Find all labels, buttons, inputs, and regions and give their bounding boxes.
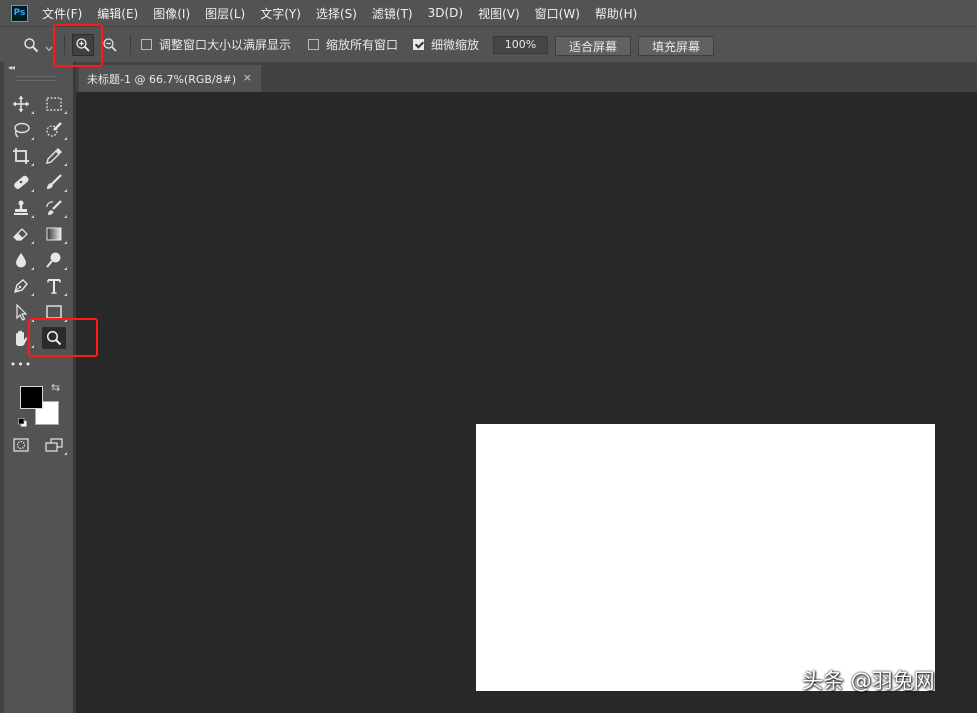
blur-tool[interactable] — [9, 249, 34, 271]
arrow-pointer-icon — [16, 303, 28, 321]
drop-icon — [16, 253, 26, 268]
close-icon[interactable]: × — [243, 71, 252, 84]
brush-tool[interactable] — [42, 171, 67, 193]
menu-3d[interactable]: 3D(D) — [428, 6, 463, 20]
move-icon — [13, 96, 29, 112]
type-tool[interactable] — [42, 275, 67, 297]
brush-icon — [47, 174, 62, 189]
quick-selection-tool[interactable] — [42, 119, 67, 141]
zoom-tool-preset-icon — [24, 38, 39, 53]
scrubby-zoom-checkbox[interactable] — [413, 39, 424, 50]
clone-stamp-tool[interactable] — [9, 197, 34, 219]
eyedropper-tool[interactable] — [42, 145, 67, 167]
photoshop-logo-icon: Ps — [11, 4, 28, 22]
history-brush-tool[interactable] — [42, 197, 67, 219]
menu-view[interactable]: 视图(V) — [478, 5, 520, 22]
crop-icon — [13, 148, 29, 164]
resize-windows-label: 调整窗口大小以满屏显示 — [159, 38, 292, 52]
menu-help[interactable]: 帮助(H) — [595, 5, 637, 22]
dodge-icon — [46, 252, 61, 268]
crop-tool[interactable] — [9, 145, 34, 167]
history-brush-icon — [46, 200, 62, 215]
eyedropper-icon — [46, 148, 62, 164]
scrubby-zoom-label: 细微缩放 — [431, 38, 480, 52]
zoom-all-windows-label: 缩放所有窗口 — [326, 38, 399, 52]
fill-screen-button[interactable]: 填充屏幕 — [638, 36, 714, 56]
zoom-tool-highlight — [28, 318, 98, 357]
zoom-percent-field[interactable]: 100% — [493, 36, 548, 54]
document-tab-title: 未标题-1 @ 66.7%(RGB/8#) — [87, 72, 237, 86]
quick-mask-icon — [13, 438, 29, 452]
separator — [130, 35, 131, 55]
foreground-color-swatch[interactable] — [20, 386, 43, 409]
options-bar: 调整窗口大小以满屏显示 缩放所有窗口 细微缩放 100% 适合屏幕 填充屏幕 — [0, 26, 977, 62]
menu-file[interactable]: 文件(F) — [42, 5, 82, 22]
menu-bar: Ps 文件(F) 编辑(E) 图像(I) 图层(L) 文字(Y) 选择(S) 滤… — [0, 0, 977, 26]
lasso-tool[interactable] — [9, 119, 34, 141]
quick-selection-icon — [46, 122, 62, 137]
marquee-icon — [46, 97, 62, 111]
more-icon: ••• — [9, 357, 33, 371]
default-colors-icon[interactable] — [18, 416, 27, 427]
bandage-icon — [14, 175, 29, 189]
watermark-text: 头条 @羽兔网 — [802, 669, 935, 693]
spot-healing-brush-tool[interactable] — [9, 171, 34, 193]
pen-tool[interactable] — [9, 275, 34, 297]
resize-windows-checkbox[interactable] — [141, 39, 152, 50]
zoom-all-windows-checkbox[interactable] — [308, 39, 319, 50]
menu-filter[interactable]: 滤镜(T) — [372, 5, 413, 22]
zoom-in-highlight — [53, 24, 103, 67]
resize-windows-option[interactable]: 调整窗口大小以满屏显示 — [141, 27, 291, 62]
menu-select[interactable]: 选择(S) — [316, 5, 357, 22]
pen-icon — [13, 279, 28, 294]
panel-grip[interactable] — [16, 76, 56, 81]
chevron-down-icon[interactable] — [45, 41, 53, 55]
zoom-out-icon — [103, 38, 117, 52]
scrubby-zoom-option[interactable]: 细微缩放 — [413, 27, 479, 62]
document-canvas[interactable] — [476, 424, 935, 691]
move-tool[interactable] — [9, 93, 34, 115]
menu-layer[interactable]: 图层(L) — [205, 5, 245, 22]
fit-screen-button[interactable]: 适合屏幕 — [555, 36, 631, 56]
document-tab[interactable]: 未标题-1 @ 66.7%(RGB/8#) × — [79, 65, 261, 92]
lasso-icon — [14, 122, 30, 138]
zoom-all-windows-option[interactable]: 缩放所有窗口 — [308, 27, 398, 62]
quick-mask-button[interactable] — [9, 434, 33, 456]
menu-image[interactable]: 图像(I) — [153, 5, 190, 22]
dodge-tool[interactable] — [42, 249, 67, 271]
menu-window[interactable]: 窗口(W) — [535, 5, 580, 22]
swap-colors-icon[interactable]: ⇆ — [51, 381, 60, 394]
stamp-icon — [14, 200, 28, 215]
type-icon — [47, 279, 61, 294]
gradient-tool[interactable] — [42, 223, 67, 245]
rectangular-marquee-tool[interactable] — [42, 93, 67, 115]
eraser-tool[interactable] — [9, 223, 34, 245]
tool-preset-picker[interactable] — [20, 34, 42, 56]
menu-edit[interactable]: 编辑(E) — [97, 5, 138, 22]
screen-mode-icon — [45, 438, 63, 452]
menu-type[interactable]: 文字(Y) — [260, 5, 301, 22]
gradient-icon — [46, 227, 62, 241]
screen-mode-button[interactable] — [42, 434, 67, 456]
eraser-icon — [13, 228, 28, 241]
collapse-panel-icon[interactable]: ◂◂ — [8, 63, 15, 72]
